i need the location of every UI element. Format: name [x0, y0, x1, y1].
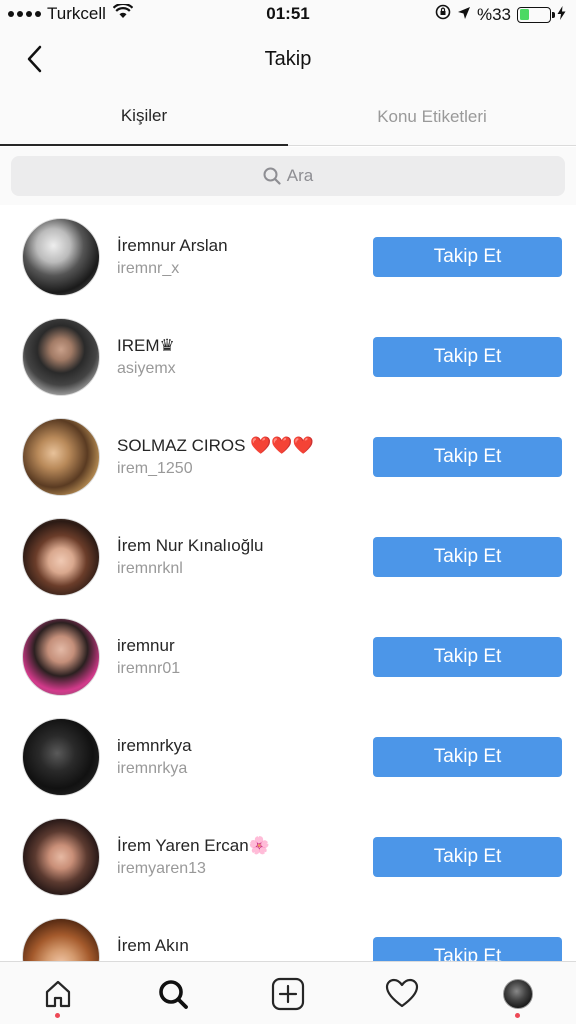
- charging-bolt-icon: [557, 5, 566, 25]
- follow-button[interactable]: Takip Et: [373, 337, 562, 377]
- list-item[interactable]: IREM♛ asiyemx Takip Et: [0, 305, 576, 405]
- bottom-navigation: [0, 961, 576, 1024]
- home-icon: [45, 980, 71, 1008]
- avatar[interactable]: [22, 218, 100, 296]
- battery-fill: [519, 9, 530, 20]
- tab-bar: Kişiler Konu Etiketleri: [0, 88, 576, 146]
- avatar[interactable]: [22, 518, 100, 596]
- user-info: İrem Akın: [117, 935, 357, 958]
- follow-button[interactable]: Takip Et: [373, 937, 562, 961]
- search-input[interactable]: Ara: [11, 156, 565, 196]
- search-placeholder: Ara: [286, 166, 314, 185]
- user-handle: irem_1250: [117, 460, 193, 477]
- avatar[interactable]: [22, 818, 100, 896]
- page-title: Takip: [264, 48, 312, 70]
- user-handle: asiyemx: [117, 360, 176, 377]
- user-handle: iremnr01: [117, 660, 181, 677]
- list-item[interactable]: İrem Nur Kınalıoğlu iremnrknl Takip Et: [0, 505, 576, 605]
- user-full-name: SOLMAZ CIROS ❤️❤️❤️: [117, 436, 314, 455]
- user-full-name: IREM♛: [117, 336, 175, 355]
- heart-icon: [385, 978, 419, 1008]
- status-bar: Turkcell 01:51 %33: [0, 0, 576, 30]
- user-info: SOLMAZ CIROS ❤️❤️❤️ irem_1250: [117, 435, 357, 480]
- rotation-lock-icon: [435, 4, 451, 25]
- user-handle: iremnrknl: [117, 560, 183, 577]
- user-info: IREM♛ asiyemx: [117, 335, 357, 380]
- nav-activity[interactable]: [384, 976, 420, 1012]
- list-item[interactable]: iremnur iremnr01 Takip Et: [0, 605, 576, 705]
- user-info: iremnrkya iremnrkya: [117, 735, 357, 780]
- follow-button[interactable]: Takip Et: [373, 237, 562, 277]
- avatar[interactable]: [22, 718, 100, 796]
- user-info: İrem Nur Kınalıoğlu iremnrknl: [117, 535, 357, 580]
- user-full-name: İremnur Arslan: [117, 236, 228, 255]
- user-handle: iremnrkya: [117, 760, 188, 777]
- battery-percentage: %33: [476, 4, 511, 24]
- follow-button[interactable]: Takip Et: [373, 637, 562, 677]
- following-list: İremnur Arslan iremnr_x Takip Et IREM♛ a…: [0, 205, 576, 961]
- user-full-name: İrem Yaren Ercan🌸: [117, 836, 270, 855]
- nav-home[interactable]: [40, 976, 76, 1012]
- list-item[interactable]: İremnur Arslan iremnr_x Takip Et: [0, 205, 576, 305]
- user-full-name: İrem Nur Kınalıoğlu: [117, 536, 264, 555]
- avatar[interactable]: [22, 618, 100, 696]
- user-info: iremnur iremnr01: [117, 635, 357, 680]
- user-handle: iremnr_x: [117, 260, 180, 277]
- user-info: İrem Yaren Ercan🌸 iremyaren13: [117, 835, 357, 880]
- follow-button[interactable]: Takip Et: [373, 737, 562, 777]
- tab-people[interactable]: Kişiler: [0, 88, 288, 146]
- location-arrow-icon: [457, 5, 471, 25]
- avatar[interactable]: [22, 318, 100, 396]
- profile-avatar: [503, 979, 533, 1009]
- search-icon: [159, 980, 188, 1009]
- user-full-name: iremnur: [117, 636, 175, 655]
- nav-search[interactable]: [155, 976, 191, 1012]
- user-info: İremnur Arslan iremnr_x: [117, 235, 357, 280]
- avatar[interactable]: [22, 918, 100, 961]
- status-right: %33: [435, 4, 566, 25]
- nav-new-post[interactable]: [270, 976, 306, 1012]
- user-handle: iremyaren13: [117, 860, 206, 877]
- home-notification-dot: [55, 1013, 60, 1018]
- list-item[interactable]: SOLMAZ CIROS ❤️❤️❤️ irem_1250 Takip Et: [0, 405, 576, 505]
- list-item[interactable]: İrem Yaren Ercan🌸 iremyaren13 Takip Et: [0, 805, 576, 905]
- profile-notification-dot: [515, 1013, 520, 1018]
- avatar[interactable]: [22, 418, 100, 496]
- tab-hashtags[interactable]: Konu Etiketleri: [288, 88, 576, 146]
- follow-button[interactable]: Takip Et: [373, 437, 562, 477]
- follow-button[interactable]: Takip Et: [373, 837, 562, 877]
- header: Takip: [0, 30, 576, 88]
- search-icon: [263, 167, 281, 185]
- user-full-name: İrem Akın: [117, 936, 189, 955]
- follow-button[interactable]: Takip Et: [373, 537, 562, 577]
- list-item[interactable]: İrem Akın Takip Et: [0, 905, 576, 961]
- battery-icon: [517, 6, 555, 23]
- list-item[interactable]: iremnrkya iremnrkya Takip Et: [0, 705, 576, 805]
- add-post-icon: [271, 977, 305, 1011]
- user-full-name: iremnrkya: [117, 736, 192, 755]
- search-container: Ara: [0, 147, 576, 205]
- nav-profile[interactable]: [500, 976, 536, 1012]
